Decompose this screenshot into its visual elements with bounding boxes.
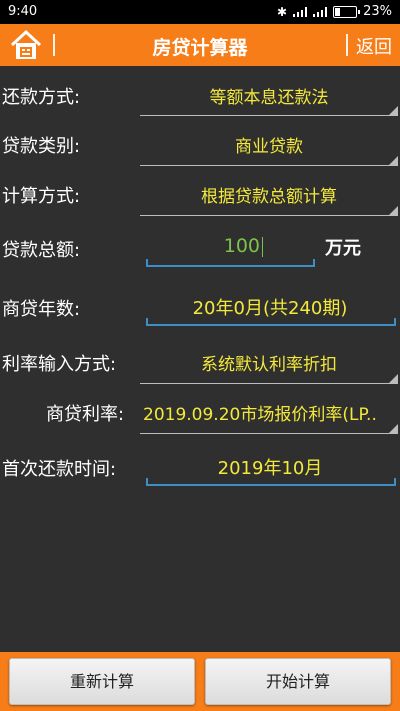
- repay-method-spinner[interactable]: 等额本息还款法: [140, 83, 398, 108]
- loan-rate-underline: [140, 433, 398, 434]
- status-icons: ✱ 23%: [277, 4, 392, 19]
- back-button[interactable]: 返回: [356, 33, 392, 59]
- bottom-bar: 重新计算 开始计算: [0, 652, 400, 711]
- signal-icon: [293, 6, 308, 17]
- first-repay-label: 首次还款时间:: [2, 459, 117, 480]
- dropdown-arrow-icon: [389, 206, 398, 215]
- loan-total-unit: 万元: [325, 238, 361, 259]
- loan-type-label: 贷款类别:: [2, 136, 81, 157]
- loan-years-underline: [146, 318, 396, 326]
- dropdown-arrow-icon: [389, 374, 398, 383]
- calc-method-underline: [140, 215, 398, 216]
- page-title: 房贷计算器: [152, 37, 248, 59]
- rate-input-spinner[interactable]: 系统默认利率折扣: [140, 350, 398, 375]
- dropdown-arrow-icon: [389, 424, 398, 433]
- signal-icon-2: [313, 6, 328, 17]
- loan-total-label: 贷款总额:: [2, 240, 81, 261]
- dropdown-arrow-icon: [389, 106, 398, 115]
- first-repay-field[interactable]: 2019年10月: [146, 454, 394, 480]
- start-calculate-button[interactable]: 开始计算: [205, 658, 391, 705]
- battery-percent: 23%: [363, 4, 392, 19]
- repay-method-label: 还款方式:: [2, 87, 81, 108]
- calc-method-spinner[interactable]: 根据贷款总额计算: [140, 182, 398, 207]
- loan-total-input-underline: [146, 259, 315, 267]
- app-header: 房贷计算器 返回: [0, 24, 400, 66]
- repay-method-underline: [140, 115, 398, 116]
- text-cursor: [262, 237, 263, 257]
- recalculate-button[interactable]: 重新计算: [9, 658, 195, 705]
- loan-rate-label: 商贷利率:: [46, 404, 125, 425]
- first-repay-underline: [146, 478, 396, 486]
- rate-input-underline: [140, 383, 398, 384]
- status-bar: 9:40 ✱ 23%: [0, 0, 400, 24]
- loan-years-field[interactable]: 20年0月(共240期): [146, 294, 394, 320]
- battery-icon: [333, 5, 361, 18]
- header-divider-right: [346, 34, 348, 56]
- loan-rate-spinner[interactable]: 2019.09.20市场报价利率(LP..: [143, 400, 399, 425]
- loan-years-label: 商贷年数:: [2, 299, 81, 320]
- dropdown-arrow-icon: [389, 156, 398, 165]
- status-time: 9:40: [8, 4, 38, 19]
- rate-input-label: 利率输入方式:: [2, 354, 117, 375]
- loan-type-spinner[interactable]: 商业贷款: [140, 132, 398, 157]
- bluetooth-icon: ✱: [277, 4, 288, 19]
- loan-total-input[interactable]: 100: [146, 235, 260, 257]
- calc-method-label: 计算方式:: [2, 186, 81, 207]
- loan-type-underline: [140, 165, 398, 166]
